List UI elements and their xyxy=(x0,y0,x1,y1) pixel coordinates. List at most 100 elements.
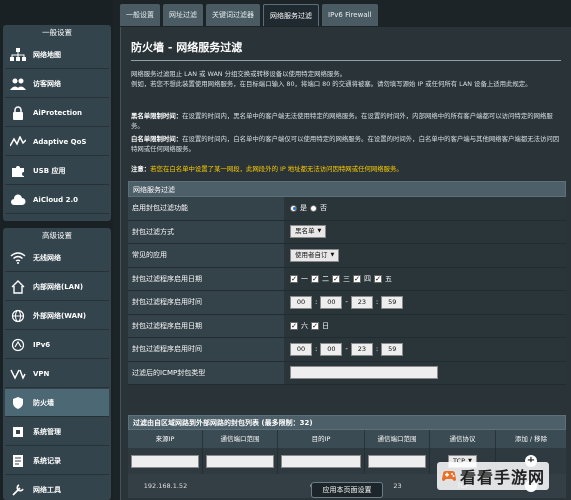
description-blacklist: 黑名单限制时间：在设置的时间内，黑名单中的客户端无法使用特定的网络服务。在设置的… xyxy=(131,111,563,131)
sidebar-item-lan[interactable]: 内部网络(LAN) xyxy=(5,273,109,301)
cell-source-ip: 192.168.1.52 xyxy=(143,482,188,490)
sidebar: 一般设置 网络地图 访客网络 AiProtection Adaptive QoS xyxy=(0,0,113,500)
ipv6-icon xyxy=(7,338,29,352)
day-checkbox[interactable]: ✓ xyxy=(311,321,319,330)
sidebar-item-system-log[interactable]: 系统记录 xyxy=(5,447,109,475)
sidebar-item-label: IPv6 xyxy=(33,340,51,349)
row-filter-mode: 封包过滤方式 黑名单 ▼ xyxy=(128,220,566,244)
tab-url-filter[interactable]: 网址过滤 xyxy=(163,4,203,26)
end-minute-input[interactable]: 59 xyxy=(381,342,404,356)
end-minute-input[interactable]: 59 xyxy=(381,295,404,309)
day-checkbox[interactable]: ✓ xyxy=(374,274,382,283)
sidebar-item-label: 无线网络 xyxy=(33,253,61,262)
dest-ip-input[interactable] xyxy=(281,454,361,468)
sidebar-item-usb[interactable]: USB 应用 xyxy=(5,157,109,185)
sidebar-item-label: 防火墙 xyxy=(33,398,54,407)
chevron-down-icon: ▼ xyxy=(330,251,335,258)
day-checkbox[interactable]: ✓ xyxy=(353,274,361,283)
settings-table: 网络服务过滤 启用封包过滤功能 是 否 封包过滤方式 黑名单 ▼ 常见的应用 使用… xyxy=(128,181,566,385)
day-label: 三 xyxy=(343,274,350,283)
vpn-icon xyxy=(7,368,29,380)
day-label: 六 xyxy=(301,321,308,330)
sidebar-item-vpn[interactable]: VPN xyxy=(5,360,109,388)
tab-network-services-filter[interactable]: 网络服务过滤 xyxy=(263,4,319,26)
start-minute-input[interactable]: 00 xyxy=(320,295,343,309)
start-minute-input[interactable]: 00 xyxy=(320,342,343,356)
watermark: 看看手游网 xyxy=(437,462,550,490)
home-icon xyxy=(7,279,29,294)
sidebar-item-label: 访客网络 xyxy=(33,79,61,88)
sidebar-item-label: AiProtection xyxy=(33,108,82,117)
sidebar-item-adaptive-qos[interactable]: Adaptive QoS xyxy=(5,128,109,156)
main-panel: 防火墙 - 网络服务过滤 网络服务过滤阻止 LAN 或 WAN 分组交换或转移设… xyxy=(120,27,571,500)
blacklist-text: 在设置的时间内，黑名单中的客户端无法使用特定的网络服务。在设置的时间外，内部网络… xyxy=(131,112,553,130)
end-hour-input[interactable]: 23 xyxy=(350,295,373,309)
day-checkbox[interactable]: ✓ xyxy=(311,274,319,283)
column-header: 通信协议 xyxy=(430,430,496,448)
sidebar-item-label: VPN xyxy=(33,369,50,378)
row-common-apps: 常见的应用 使用者自订 ▼ xyxy=(128,244,566,268)
start-hour-input[interactable]: 00 xyxy=(290,342,312,356)
sidebar-item-network-tools[interactable]: 网络工具 xyxy=(5,476,109,500)
filter-list-header: 过滤由自区域网路到外部网路的封包列表 (最多限制：32) xyxy=(128,415,566,430)
tab-general[interactable]: 一般设置 xyxy=(120,4,160,26)
row-label: 过滤后的ICMP封包类型 xyxy=(128,361,284,384)
day-checkbox[interactable]: ✓ xyxy=(332,274,340,283)
qos-icon xyxy=(7,135,29,148)
filter-mode-value: 黑名单 xyxy=(295,227,315,236)
row-icmp-types: 过滤后的ICMP封包类型 xyxy=(128,361,566,385)
tab-bar: 一般设置 网址过滤 关键词过滤器 网络服务过滤 IPv6 Firewall xyxy=(120,4,378,26)
description-intro: 网络服务过滤阻止 LAN 或 WAN 分组交换或转移设备以使用特定网络服务。 例… xyxy=(131,69,563,89)
start-hour-input[interactable]: 00 xyxy=(290,295,312,309)
column-header: 添加 / 移除 xyxy=(514,435,548,443)
globe-icon xyxy=(7,309,29,323)
source-port-input[interactable] xyxy=(206,454,274,468)
end-hour-input[interactable]: 23 xyxy=(350,342,373,356)
sidebar-item-administration[interactable]: 系统管理 xyxy=(5,418,109,446)
advanced-settings-heading: 高级设置 xyxy=(42,231,72,240)
row-label: 封包过滤方式 xyxy=(128,220,284,243)
title-divider xyxy=(131,60,561,61)
sidebar-item-firewall[interactable]: 防火墙 xyxy=(5,389,109,417)
sidebar-item-aiprotection[interactable]: AiProtection xyxy=(5,99,109,127)
settings-table-header: 网络服务过滤 xyxy=(128,181,566,197)
enable-no-label: 否 xyxy=(320,204,327,213)
sidebar-item-wireless[interactable]: 无线网络 xyxy=(5,244,109,272)
watermark-text: 看看手游网 xyxy=(460,468,546,487)
guest-network-icon xyxy=(7,77,29,91)
sidebar-item-label: 内部网络(LAN) xyxy=(33,282,84,291)
filter-list-columns: 来源IP 通信端口范围 目的IP 通信端口范围 通信协议 添加 / 移除 xyxy=(128,430,566,448)
icmp-types-input[interactable] xyxy=(290,366,438,380)
lock-icon xyxy=(7,105,29,120)
sidebar-item-network-map[interactable]: 网络地图 xyxy=(5,41,109,69)
day-label: 一 xyxy=(301,274,308,283)
sidebar-item-guest-network[interactable]: 访客网络 xyxy=(5,70,109,98)
tools-icon xyxy=(7,483,29,497)
row-label: 封包过滤程序启用时间 xyxy=(128,291,284,314)
row-label: 常见的应用 xyxy=(128,244,284,267)
day-checkbox[interactable]: ✓ xyxy=(290,321,298,330)
enable-no-radio[interactable] xyxy=(310,204,317,212)
page-title: 防火墙 - 网络服务过滤 xyxy=(131,41,243,54)
filter-mode-select[interactable]: 黑名单 ▼ xyxy=(290,225,327,239)
puzzle-icon xyxy=(7,164,29,178)
row-label: 封包过滤程序启用日期 xyxy=(128,267,284,290)
sidebar-item-ipv6[interactable]: IPv6 xyxy=(5,331,109,359)
enable-yes-radio[interactable] xyxy=(290,204,297,212)
source-ip-input[interactable] xyxy=(131,454,199,468)
sidebar-item-wan[interactable]: 外部网络(WAN) xyxy=(5,302,109,330)
wifi-icon xyxy=(7,251,29,264)
tab-keyword-filter[interactable]: 关键词过滤器 xyxy=(206,4,260,26)
row-label: 封包过滤程序启用日期 xyxy=(128,314,284,337)
day-label: 日 xyxy=(322,321,329,330)
sidebar-item-aicloud[interactable]: AiCloud 2.0 xyxy=(5,186,109,214)
general-settings-heading: 一般设置 xyxy=(42,28,72,37)
apply-button[interactable]: 应用本页面设置 xyxy=(311,482,383,498)
dest-port-input[interactable] xyxy=(368,454,426,468)
note-label: 注意： xyxy=(131,165,151,173)
sidebar-item-label: USB 应用 xyxy=(33,166,66,175)
day-checkbox[interactable]: ✓ xyxy=(290,274,298,283)
common-apps-select[interactable]: 使用者自订 ▼ xyxy=(290,248,340,262)
tab-ipv6-firewall[interactable]: IPv6 Firewall xyxy=(322,4,378,26)
day-label: 二 xyxy=(322,274,329,283)
